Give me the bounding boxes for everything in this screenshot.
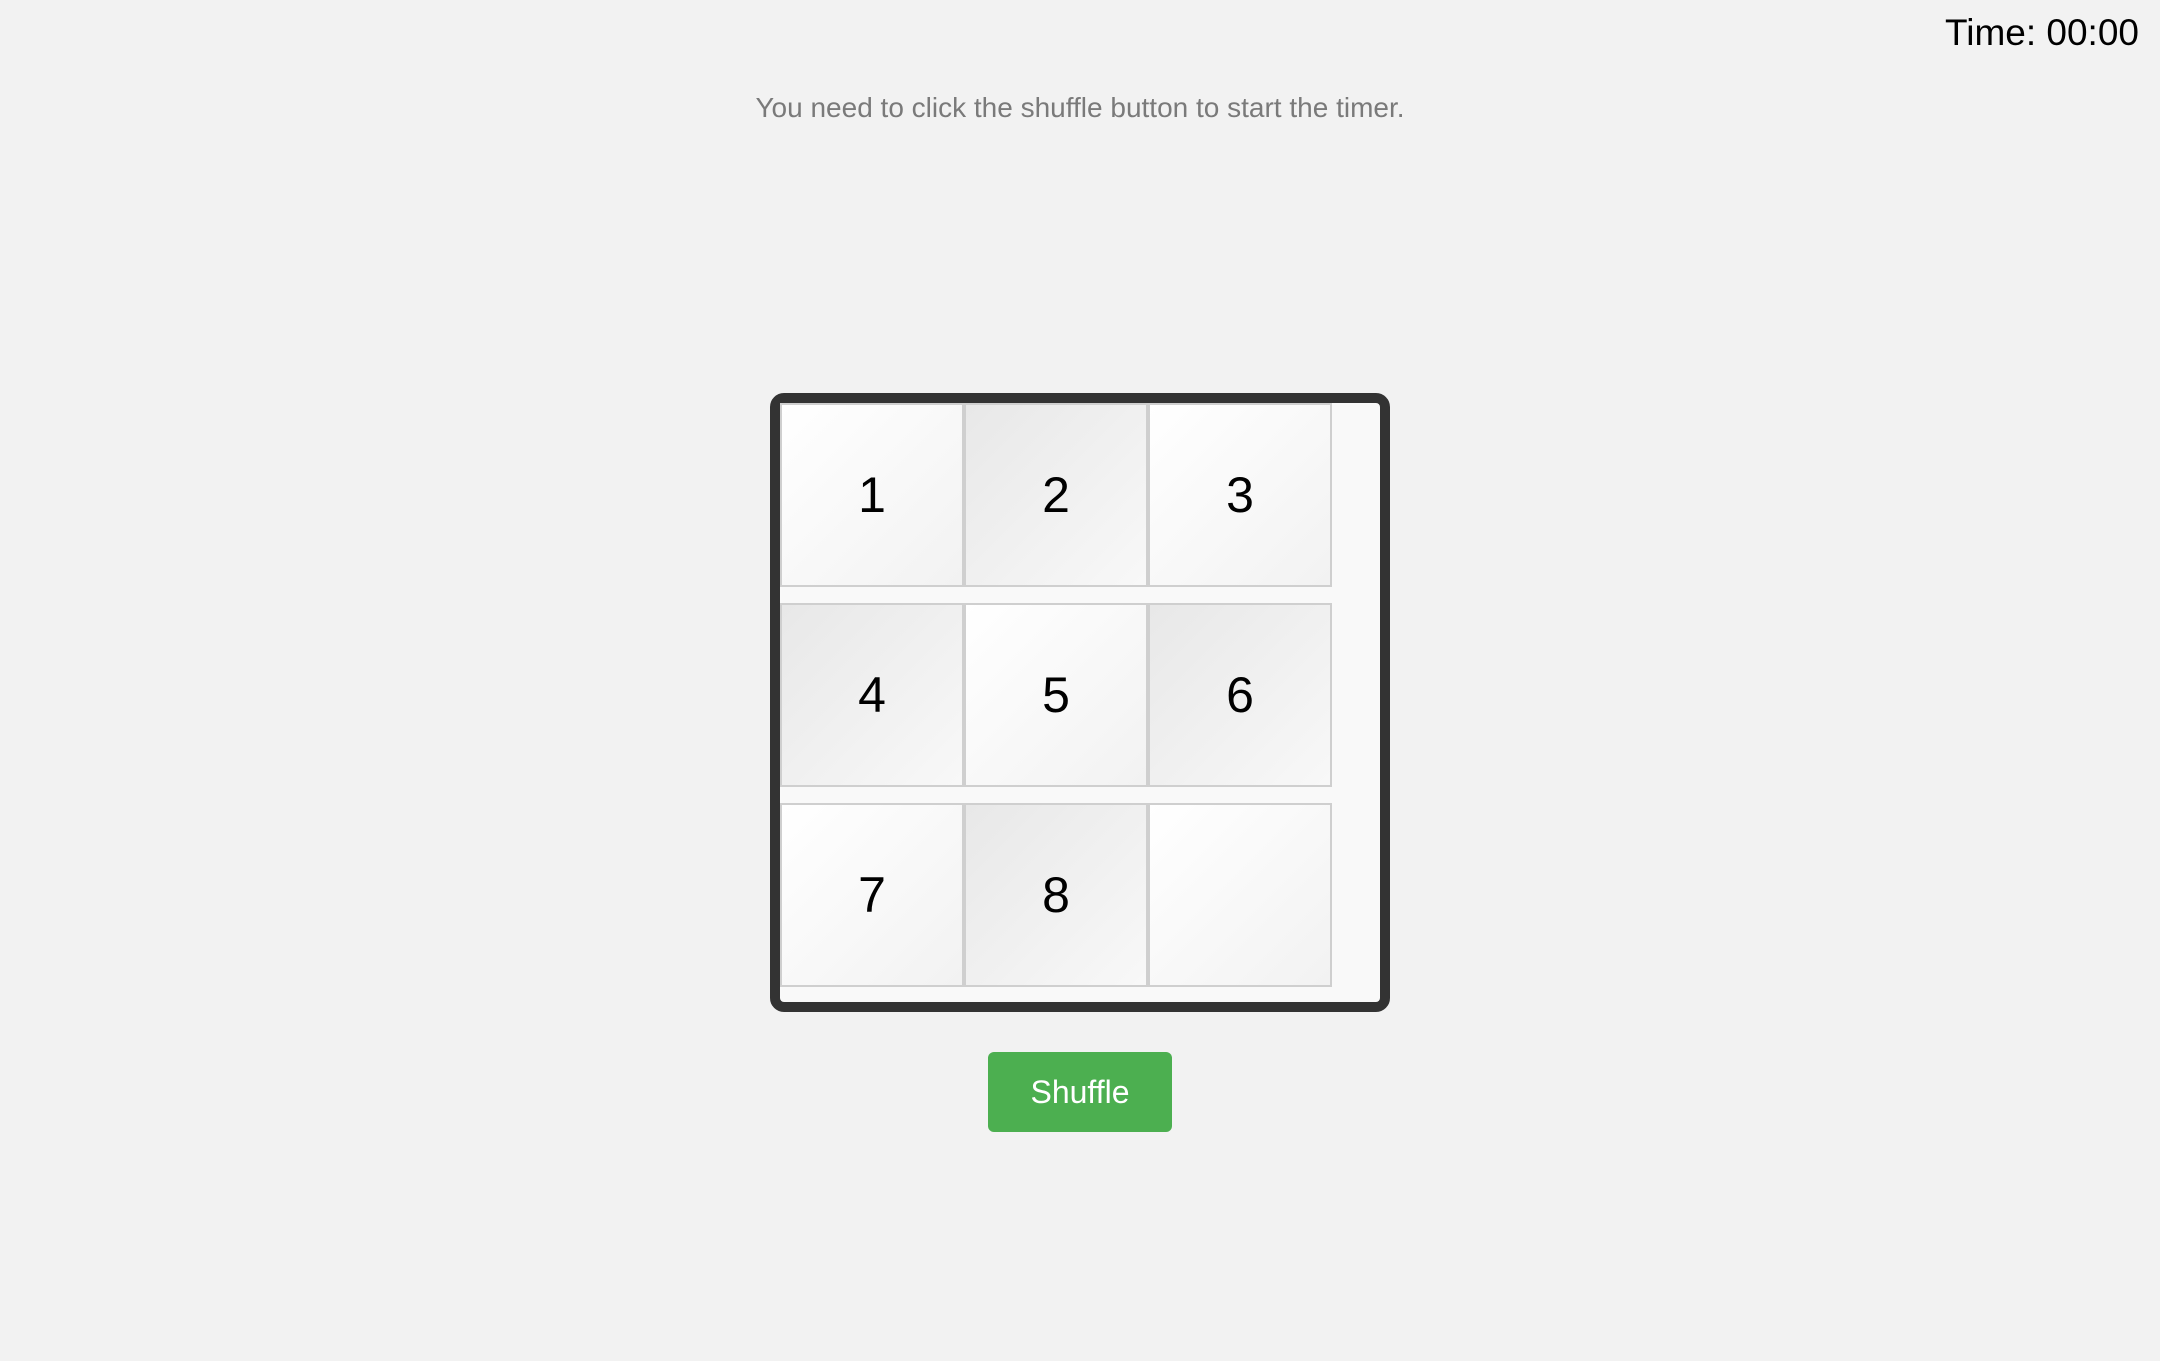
puzzle-board: 1 2 3 4 5 6 7 8 xyxy=(770,393,1390,1012)
shuffle-button[interactable]: Shuffle xyxy=(988,1052,1172,1132)
puzzle-tile[interactable]: 4 xyxy=(780,603,964,787)
puzzle-tile[interactable]: 5 xyxy=(964,603,1148,787)
puzzle-tile[interactable]: 6 xyxy=(1148,603,1332,787)
puzzle-tile[interactable]: 3 xyxy=(1148,403,1332,587)
timer-display: Time: 00:00 xyxy=(1945,12,2139,53)
puzzle-tile[interactable]: 8 xyxy=(964,803,1148,987)
puzzle-tile[interactable]: 1 xyxy=(780,403,964,587)
instructions-text: You need to click the shuffle button to … xyxy=(755,92,1405,123)
empty-tile[interactable] xyxy=(1148,803,1332,987)
puzzle-tile[interactable]: 2 xyxy=(964,403,1148,587)
puzzle-tile[interactable]: 7 xyxy=(780,803,964,987)
